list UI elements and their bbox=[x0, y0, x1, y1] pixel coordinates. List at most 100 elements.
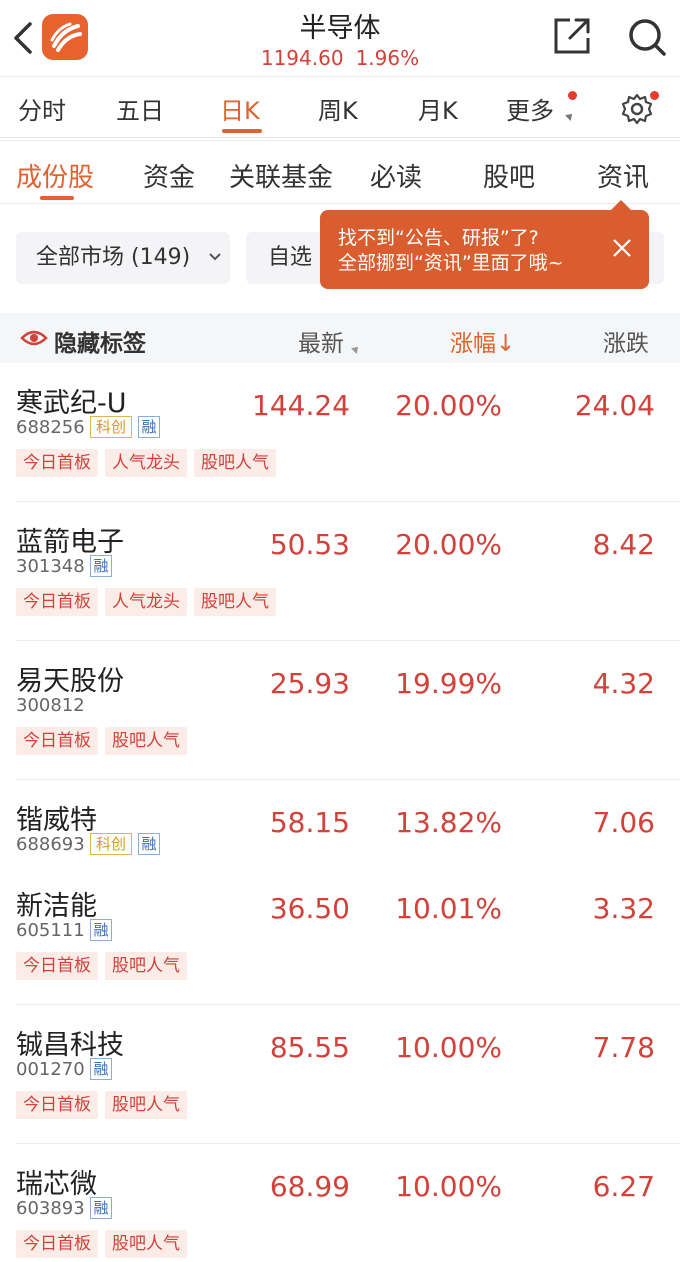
change-value: 3.32 bbox=[592, 892, 655, 925]
index-price: 1194.60 bbox=[260, 46, 344, 70]
stock-code: 603893 bbox=[16, 1198, 85, 1219]
hide-tags-toggle[interactable]: 隐藏标签 bbox=[54, 324, 146, 358]
table-row[interactable]: 铖昌科技 001270 融 85.55 10.00% 7.78 今日首板 股吧人气 bbox=[0, 1005, 680, 1144]
settings-gear-icon[interactable] bbox=[620, 92, 654, 126]
stock-tag[interactable]: 股吧人气 bbox=[105, 727, 187, 755]
stock-tag[interactable]: 今日首板 bbox=[16, 952, 98, 980]
tooltip-line-1: 找不到“公告、研报”了? bbox=[338, 227, 539, 249]
top-bar: 半导体 1194.60 1.96% bbox=[0, 0, 680, 76]
tab-capital[interactable]: 资金 bbox=[143, 157, 195, 194]
change-value: 8.42 bbox=[592, 528, 655, 561]
stock-tag[interactable]: 股吧人气 bbox=[105, 952, 187, 980]
tag-list: 今日首板 人气龙头 股吧人气 bbox=[16, 588, 283, 616]
table-row[interactable]: 蓝箭电子 301348 融 50.53 20.00% 8.42 今日首板 人气龙头 股吧人气 bbox=[0, 502, 680, 641]
tab-constituents[interactable]: 成份股 bbox=[16, 157, 94, 194]
category-tabs: 成份股 资金 关联基金 必读 股吧 资讯 bbox=[0, 140, 680, 204]
stock-tag[interactable]: 人气龙头 bbox=[105, 449, 187, 477]
change-percent: 20.00% bbox=[395, 528, 502, 561]
stock-code: 688256 bbox=[16, 417, 85, 438]
change-value: 6.27 bbox=[592, 1170, 655, 1203]
stock-name: 铖昌科技 bbox=[16, 1030, 124, 1061]
tag-list: 今日首板 人气龙头 股吧人气 bbox=[16, 449, 283, 477]
stock-tag[interactable]: 今日首板 bbox=[16, 1091, 98, 1119]
tag-list: 今日首板 股吧人气 bbox=[16, 727, 194, 755]
stock-tag[interactable]: 股吧人气 bbox=[105, 1091, 187, 1119]
market-filter-dropdown[interactable]: 全部市场 (149) bbox=[16, 232, 230, 284]
star-market-badge: 科创 bbox=[90, 833, 132, 855]
chevron-down-icon bbox=[209, 253, 221, 261]
change-value: 7.78 bbox=[592, 1031, 655, 1064]
watchlist-filter-label: 自选 bbox=[268, 245, 313, 270]
stock-tag[interactable]: 股吧人气 bbox=[194, 449, 276, 477]
tab-news[interactable]: 资讯 bbox=[597, 157, 649, 194]
table-row[interactable]: 锴威特 688693 科创融 58.15 13.82% 7.06 bbox=[0, 780, 680, 866]
margin-badge: 融 bbox=[138, 416, 160, 438]
latest-price: 68.99 bbox=[269, 1170, 350, 1203]
margin-badge: 融 bbox=[138, 833, 160, 855]
latest-price: 144.24 bbox=[252, 389, 350, 422]
index-change: 1.96% bbox=[355, 46, 420, 70]
tab-must-read[interactable]: 必读 bbox=[370, 157, 422, 194]
stock-tag[interactable]: 股吧人气 bbox=[194, 588, 276, 616]
tab-forum[interactable]: 股吧 bbox=[483, 157, 535, 194]
close-icon[interactable] bbox=[610, 236, 634, 260]
eye-icon[interactable] bbox=[20, 327, 48, 349]
tag-list: 今日首板 股吧人气 bbox=[16, 1091, 194, 1119]
market-filter-label: 全部市场 (149) bbox=[36, 245, 191, 270]
star-market-badge: 科创 bbox=[90, 416, 132, 438]
stock-tag[interactable]: 今日首板 bbox=[16, 588, 98, 616]
active-tab-indicator bbox=[222, 129, 262, 133]
stock-name: 新洁能 bbox=[16, 891, 97, 922]
change-percent: 13.82% bbox=[395, 806, 502, 839]
tab-five-day[interactable]: 五日 bbox=[116, 91, 164, 126]
stock-name: 锴威特 bbox=[16, 805, 97, 836]
stock-name: 寒武纪-U bbox=[16, 388, 127, 419]
tag-list: 今日首板 股吧人气 bbox=[16, 1230, 194, 1258]
change-value: 24.04 bbox=[574, 389, 655, 422]
stock-name: 瑞芯微 bbox=[16, 1169, 97, 1200]
margin-badge: 融 bbox=[90, 555, 112, 577]
sort-indicator-icon bbox=[351, 344, 361, 354]
share-icon[interactable] bbox=[552, 16, 592, 56]
change-value: 4.32 bbox=[592, 667, 655, 700]
search-icon[interactable] bbox=[626, 16, 668, 58]
dropdown-corner-icon bbox=[565, 111, 575, 121]
stock-tag[interactable]: 今日首板 bbox=[16, 1230, 98, 1258]
margin-badge: 融 bbox=[90, 1197, 112, 1219]
stock-code: 300812 bbox=[16, 695, 85, 716]
change-percent: 20.00% bbox=[395, 389, 502, 422]
period-tabs: 分时 五日 日K 周K 月K 更多 bbox=[0, 76, 680, 138]
table-row[interactable]: 易天股份 300812 25.93 19.99% 4.32 今日首板 股吧人气 bbox=[0, 641, 680, 780]
column-latest-price[interactable]: 最新 bbox=[298, 324, 344, 358]
table-row[interactable]: 寒武纪-U 688256 科创融 144.24 20.00% 24.04 今日首板 人气龙头股… bbox=[0, 363, 680, 502]
change-percent: 19.99% bbox=[395, 667, 502, 700]
active-category-indicator bbox=[40, 196, 74, 200]
stock-name: 蓝箭电子 bbox=[16, 527, 124, 558]
stock-code: 605111 bbox=[16, 920, 85, 941]
stock-tag[interactable]: 人气龙头 bbox=[105, 588, 187, 616]
change-percent: 10.01% bbox=[395, 892, 502, 925]
tab-more[interactable]: 更多 bbox=[506, 91, 554, 126]
table-row[interactable]: 新洁能 605111 融 36.50 10.01% 3.32 今日首板 股吧人气 bbox=[0, 866, 680, 1005]
latest-price: 36.50 bbox=[269, 892, 350, 925]
stock-tag[interactable]: 今日首板 bbox=[16, 727, 98, 755]
stock-tag[interactable]: 今日首板 bbox=[16, 449, 98, 477]
stock-tag[interactable]: 股吧人气 bbox=[105, 1230, 187, 1258]
tab-intraday[interactable]: 分时 bbox=[18, 91, 66, 126]
latest-price: 85.55 bbox=[269, 1031, 350, 1064]
tab-daily-k[interactable]: 日K bbox=[220, 91, 260, 126]
tab-related-funds[interactable]: 关联基金 bbox=[229, 157, 333, 194]
stock-code: 301348 bbox=[16, 556, 85, 577]
change-value: 7.06 bbox=[592, 806, 655, 839]
tag-list: 今日首板 股吧人气 bbox=[16, 952, 194, 980]
table-header: 隐藏标签 最新 涨幅↓ 涨跌 bbox=[0, 313, 680, 363]
tab-monthly-k[interactable]: 月K bbox=[418, 91, 458, 126]
column-change-percent[interactable]: 涨幅↓ bbox=[450, 324, 515, 358]
latest-price: 50.53 bbox=[269, 528, 350, 561]
change-percent: 10.00% bbox=[395, 1031, 502, 1064]
table-row[interactable]: 瑞芯微 603893 融 68.99 10.00% 6.27 今日首板 股吧人气 bbox=[0, 1144, 680, 1262]
scroll-fade bbox=[640, 313, 680, 363]
tooltip-line-2: 全部挪到“资讯”里面了哦~ bbox=[338, 252, 564, 274]
tab-weekly-k[interactable]: 周K bbox=[318, 91, 358, 126]
margin-badge: 融 bbox=[90, 919, 112, 941]
